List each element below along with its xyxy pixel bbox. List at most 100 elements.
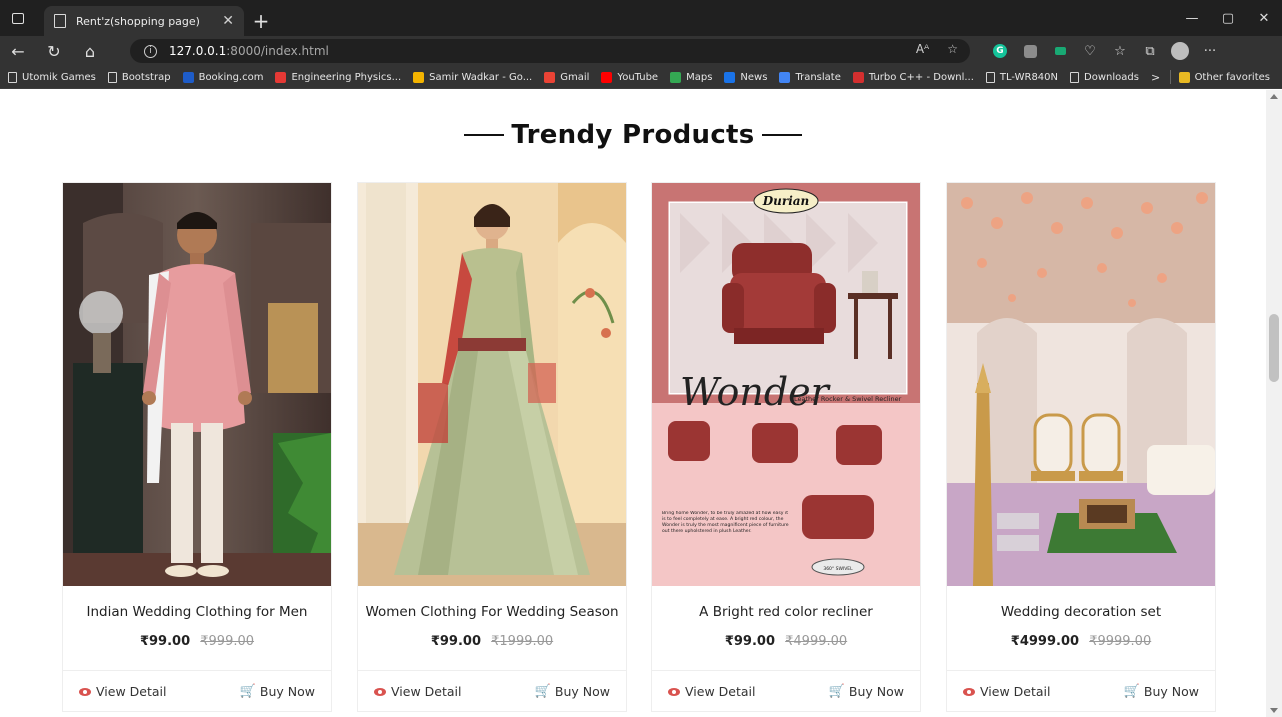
product-image[interactable]	[947, 183, 1215, 586]
tab-title: Rent'z(shopping page)	[76, 14, 200, 28]
bookmark-label: Gmail	[560, 71, 590, 83]
buy-now-link[interactable]: 🛒 Buy Now	[535, 684, 610, 699]
card-actions: View Detail 🛒 Buy Now	[63, 670, 331, 712]
favorites-list-icon: ☆	[1114, 43, 1126, 59]
cart-icon: 🛒	[828, 684, 845, 699]
collections-button[interactable]: ⧉	[1135, 36, 1165, 66]
tab-actions-icon	[12, 12, 24, 24]
more-icon: ···	[1203, 43, 1217, 59]
buy-now-label: Buy Now	[1143, 684, 1199, 699]
folder-icon	[1178, 71, 1190, 83]
more-bookmarks-button[interactable]: >	[1151, 71, 1160, 84]
recliner-ad-image: Durian Wonder Leather Rocker & Swivel Re…	[652, 183, 920, 586]
info-icon[interactable]: i	[144, 44, 157, 58]
view-detail-link[interactable]: View Detail	[963, 684, 1050, 699]
favorites-button[interactable]: ☆	[1105, 36, 1135, 66]
settings-menu-button[interactable]: ···	[1195, 36, 1225, 66]
new-tab-button[interactable]: +	[246, 6, 276, 36]
view-detail-label: View Detail	[980, 684, 1051, 699]
bookmark-item[interactable]: News	[724, 71, 768, 83]
scrollbar-thumb[interactable]	[1269, 314, 1279, 382]
heading-rule-left	[464, 134, 505, 136]
product-image[interactable]	[358, 183, 626, 586]
tab-actions-button[interactable]	[0, 0, 36, 36]
news-icon	[724, 71, 736, 83]
page-scrollbar[interactable]	[1266, 90, 1282, 717]
other-favorites-folder[interactable]: Other favorites	[1178, 71, 1270, 83]
bookmark-item[interactable]: Bootstrap	[107, 71, 171, 83]
product-old-price: ₹999.00	[200, 634, 255, 649]
read-aloud-icon[interactable]: Aᴬ	[916, 42, 929, 56]
view-detail-link[interactable]: View Detail	[374, 684, 461, 699]
bookmark-item[interactable]: Gmail	[544, 71, 590, 83]
buy-now-label: Buy Now	[848, 684, 904, 699]
product-name[interactable]: A Bright red color recliner	[652, 604, 920, 620]
bookmark-label: News	[740, 71, 768, 83]
product-price: ₹99.00	[139, 634, 191, 649]
eye-icon	[79, 687, 91, 696]
scroll-down-icon[interactable]	[1270, 708, 1278, 713]
view-detail-link[interactable]: View Detail	[79, 684, 166, 699]
scroll-up-icon[interactable]	[1270, 94, 1278, 99]
price-row: ₹4999.00 ₹9999.00	[947, 634, 1215, 649]
cart-icon: 🛒	[534, 684, 551, 699]
cart-icon: 🛒	[1123, 684, 1140, 699]
bookmark-item[interactable]: Translate	[779, 71, 841, 83]
product-image[interactable]	[63, 183, 331, 586]
price-row: ₹99.00 ₹4999.00	[652, 634, 920, 649]
bookmark-item[interactable]: TL-WR840N	[985, 71, 1059, 83]
page-viewport: Trendy Products Indian Wedding Clothing …	[0, 90, 1266, 717]
product-card: Indian Wedding Clothing for Men ₹99.00 ₹…	[62, 182, 332, 712]
product-name[interactable]: Wedding decoration set	[947, 604, 1215, 620]
home-button[interactable]: ⌂	[72, 36, 108, 66]
product-image[interactable]: Durian Wonder Leather Rocker & Swivel Re…	[652, 183, 920, 586]
extension-button[interactable]	[1015, 36, 1045, 66]
product-name[interactable]: Indian Wedding Clothing for Men	[63, 604, 331, 620]
add-favorite-icon[interactable]: ☆	[947, 42, 958, 56]
bookmark-item[interactable]: Utomik Games	[8, 71, 96, 83]
buy-now-label: Buy Now	[259, 684, 315, 699]
browser-tab-active[interactable]: Rent'z(shopping page) ✕	[44, 6, 244, 36]
screencast-extension-button[interactable]	[1045, 36, 1075, 66]
drive-icon	[413, 71, 425, 83]
eye-icon	[668, 687, 680, 696]
turbo-icon	[852, 71, 864, 83]
bookmark-label: Booking.com	[198, 71, 264, 83]
arrow-left-icon: ←	[11, 41, 25, 61]
bookmark-item[interactable]: Engineering Physics...	[275, 71, 401, 83]
bookmark-item[interactable]: Booking.com	[182, 71, 264, 83]
buy-now-link[interactable]: 🛒 Buy Now	[829, 684, 904, 699]
recliner-brand-logo: Durian	[762, 194, 810, 208]
browser-essentials-button[interactable]: ♡	[1075, 36, 1105, 66]
buy-now-link[interactable]: 🛒 Buy Now	[1124, 684, 1199, 699]
bookmark-item[interactable]: Maps	[670, 71, 712, 83]
refresh-button[interactable]: ↻	[36, 36, 72, 66]
avatar	[1171, 42, 1189, 60]
bookmark-item[interactable]: YouTube	[601, 71, 659, 83]
close-tab-icon[interactable]: ✕	[222, 13, 234, 29]
bookmark-item[interactable]: Samir Wadkar - Go...	[413, 71, 532, 83]
page-icon	[54, 14, 66, 28]
section-heading: Trendy Products	[0, 120, 1266, 150]
buy-now-link[interactable]: 🛒 Buy Now	[240, 684, 315, 699]
bookmark-item[interactable]: Downloads	[1070, 71, 1139, 83]
page-icon	[1070, 71, 1080, 83]
wedding-decor-photo	[947, 183, 1215, 586]
bookmark-item[interactable]: Turbo C++ - Downl...	[852, 71, 974, 83]
product-old-price: ₹1999.00	[491, 634, 554, 649]
product-name[interactable]: Women Clothing For Wedding Season	[358, 604, 626, 620]
view-detail-label: View Detail	[685, 684, 756, 699]
grammarly-extension-button[interactable]: G	[985, 36, 1015, 66]
eye-icon	[374, 687, 386, 696]
close-window-button[interactable]: ✕	[1246, 0, 1282, 36]
back-button[interactable]: ←	[0, 36, 36, 66]
view-detail-link[interactable]: View Detail	[668, 684, 755, 699]
bookmark-label: TL-WR840N	[999, 71, 1059, 83]
bookmark-label: YouTube	[617, 71, 659, 83]
product-price: ₹99.00	[430, 634, 481, 649]
maximize-button[interactable]: ▢	[1210, 0, 1246, 36]
minimize-button[interactable]: —	[1174, 0, 1210, 36]
card-actions: View Detail 🛒 Buy Now	[652, 670, 920, 712]
profile-button[interactable]	[1165, 36, 1195, 66]
address-bar[interactable]: i 127.0.0.1 :8000/index.html Aᴬ ☆	[130, 39, 970, 63]
